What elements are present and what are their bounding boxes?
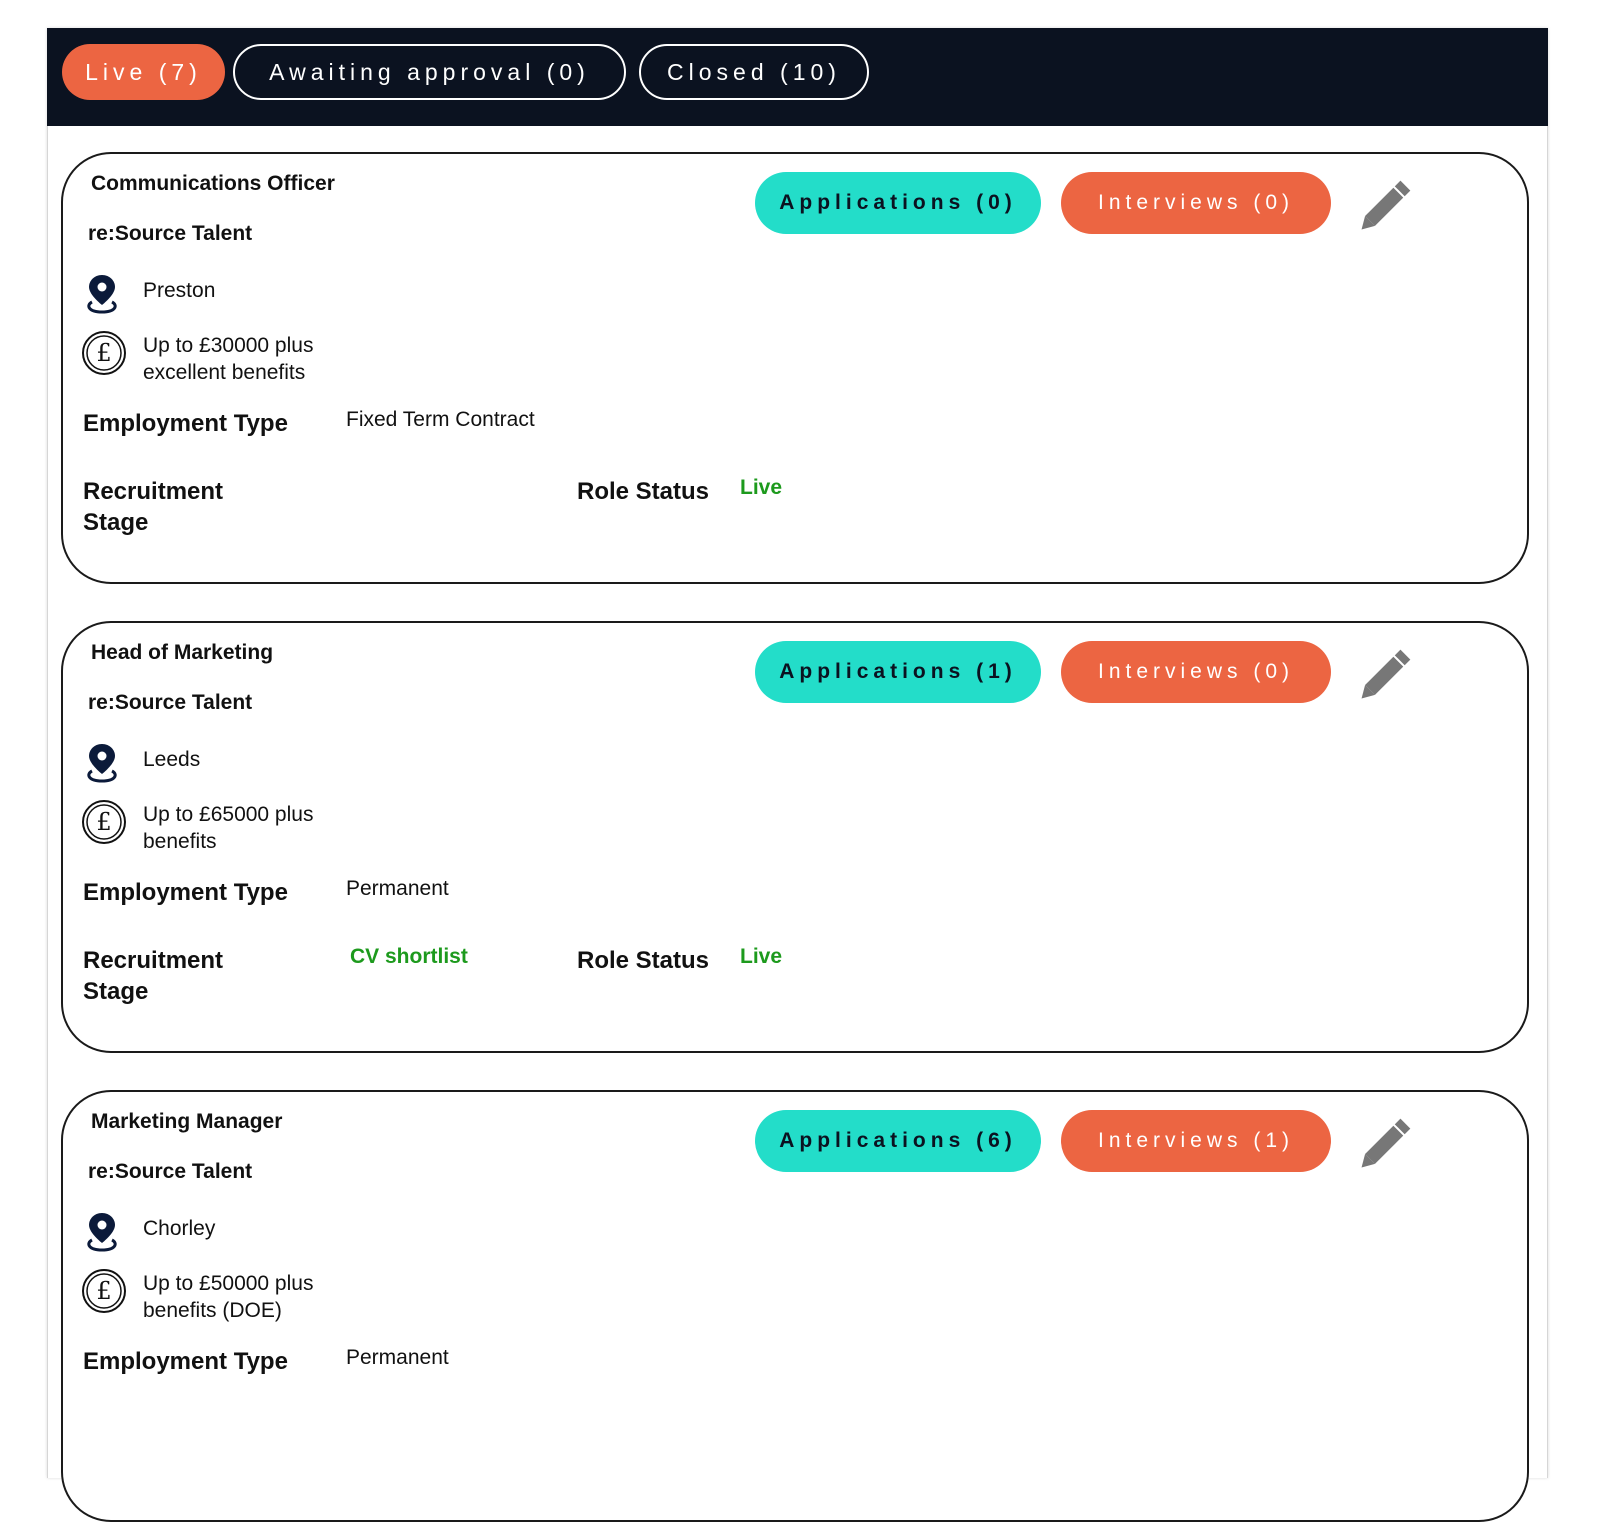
job-location: Chorley <box>143 1217 216 1240</box>
svg-text:£: £ <box>96 339 111 367</box>
svg-text:£: £ <box>96 808 111 836</box>
pound-coin-icon: £ <box>82 800 126 844</box>
tab-closed[interactable]: Closed (10) <box>639 44 869 100</box>
employment-type-label: Employment Type <box>83 410 288 437</box>
tab-awaiting-approval[interactable]: Awaiting approval (0) <box>233 44 626 100</box>
role-status-label: Role Status <box>577 947 710 974</box>
job-salary: Up to £65000 plus benefits <box>143 803 314 853</box>
svg-text:£: £ <box>96 1277 111 1305</box>
pencil-icon[interactable] <box>1355 641 1419 705</box>
job-salary: Up to £30000 plus excellent benefits <box>143 334 314 384</box>
applications-button[interactable]: Applications (1) <box>755 641 1041 703</box>
job-card: Head of Marketing re:Source Talent Leeds… <box>61 621 1529 1053</box>
pencil-icon[interactable] <box>1355 172 1419 236</box>
tab-live[interactable]: Live (7) <box>62 44 225 100</box>
job-title[interactable]: Head of Marketing <box>91 641 273 665</box>
applications-button[interactable]: Applications (0) <box>755 172 1041 234</box>
employment-type-value: Permanent <box>346 1346 449 1369</box>
applications-button[interactable]: Applications (6) <box>755 1110 1041 1172</box>
employment-type-label: Employment Type <box>83 1348 288 1375</box>
role-status-value: Live <box>740 476 783 499</box>
job-card: Marketing Manager re:Source Talent Chorl… <box>61 1090 1529 1522</box>
recruitment-stage-value: CV shortlist <box>350 945 468 968</box>
company-name: re:Source Talent <box>88 691 253 714</box>
employment-type-label: Employment Type <box>83 879 288 906</box>
status-tab-bar: Live (7) Awaiting approval (0) Closed (1… <box>47 28 1548 126</box>
location-pin-icon <box>87 744 117 783</box>
role-status-label: Role Status <box>577 478 710 505</box>
pound-coin-icon: £ <box>82 1269 126 1313</box>
job-salary: Up to £50000 plus benefits (DOE) <box>143 1272 314 1322</box>
job-title[interactable]: Communications Officer <box>91 172 335 196</box>
location-pin-icon <box>87 1213 117 1252</box>
recruitment-stage-label: Recruitment Stage <box>83 947 224 1005</box>
interviews-button[interactable]: Interviews (1) <box>1061 1110 1331 1172</box>
job-title[interactable]: Marketing Manager <box>91 1110 282 1134</box>
company-name: re:Source Talent <box>88 1160 253 1183</box>
company-name: re:Source Talent <box>88 222 253 245</box>
employment-type-value: Fixed Term Contract <box>346 408 535 431</box>
pound-coin-icon: £ <box>82 331 126 375</box>
job-location: Leeds <box>143 748 201 771</box>
interviews-button[interactable]: Interviews (0) <box>1061 641 1331 703</box>
recruitment-stage-label: Recruitment Stage <box>83 478 224 536</box>
location-pin-icon <box>87 275 117 314</box>
job-location: Preston <box>143 279 216 302</box>
employment-type-value: Permanent <box>346 877 449 900</box>
pencil-icon[interactable] <box>1355 1110 1419 1174</box>
role-status-value: Live <box>740 945 783 968</box>
job-card: Communications Officer re:Source Talent … <box>61 152 1529 584</box>
interviews-button[interactable]: Interviews (0) <box>1061 172 1331 234</box>
